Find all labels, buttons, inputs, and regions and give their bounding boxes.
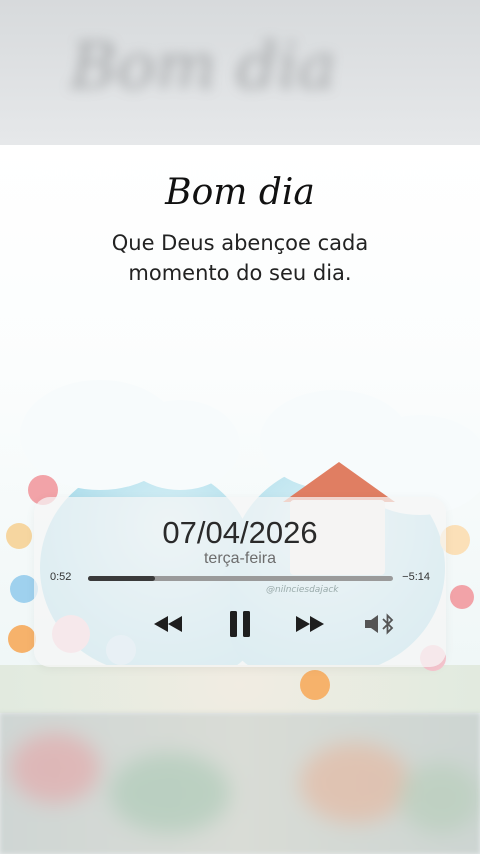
flower — [8, 625, 36, 653]
watermark: @nilnciesdajack — [266, 585, 339, 595]
flower — [450, 585, 474, 609]
blurred-flower — [400, 763, 480, 833]
weekday-label: terça-feira — [203, 550, 277, 567]
blurred-flower — [110, 753, 230, 833]
blurred-background-top: Bom dia — [0, 0, 480, 145]
progress-fill — [88, 576, 156, 581]
blurred-background-bottom — [0, 713, 480, 854]
remaining-time: −5:14 — [402, 571, 430, 583]
card-title: Bom dia — [165, 172, 315, 213]
audio-output-button[interactable] — [358, 607, 402, 641]
media-player-widget: 07/04/2026 terça-feira @nilnciesdajack 0… — [34, 497, 446, 667]
date-label: 07/04/2026 — [162, 515, 318, 550]
ground — [0, 665, 480, 713]
playback-controls — [34, 607, 446, 641]
rewind-icon — [154, 616, 182, 632]
pause-icon — [230, 611, 250, 637]
fast-forward-icon — [296, 616, 324, 632]
card-subtitle: Que Deus abençoe cada momento do seu dia… — [111, 231, 369, 285]
blurred-flower — [10, 733, 100, 803]
progress-scrubber[interactable] — [88, 576, 393, 581]
flower — [300, 670, 330, 700]
previous-button[interactable] — [146, 607, 190, 641]
cloud — [120, 400, 240, 490]
house-roof — [283, 462, 395, 502]
next-button[interactable] — [288, 607, 332, 641]
blurred-flower — [300, 743, 410, 823]
pause-button[interactable] — [218, 607, 262, 641]
flower — [6, 523, 32, 549]
blurred-heading: Bom dia — [70, 30, 337, 104]
speaker-bluetooth-icon — [365, 613, 394, 635]
elapsed-time: 0:52 — [50, 571, 72, 583]
